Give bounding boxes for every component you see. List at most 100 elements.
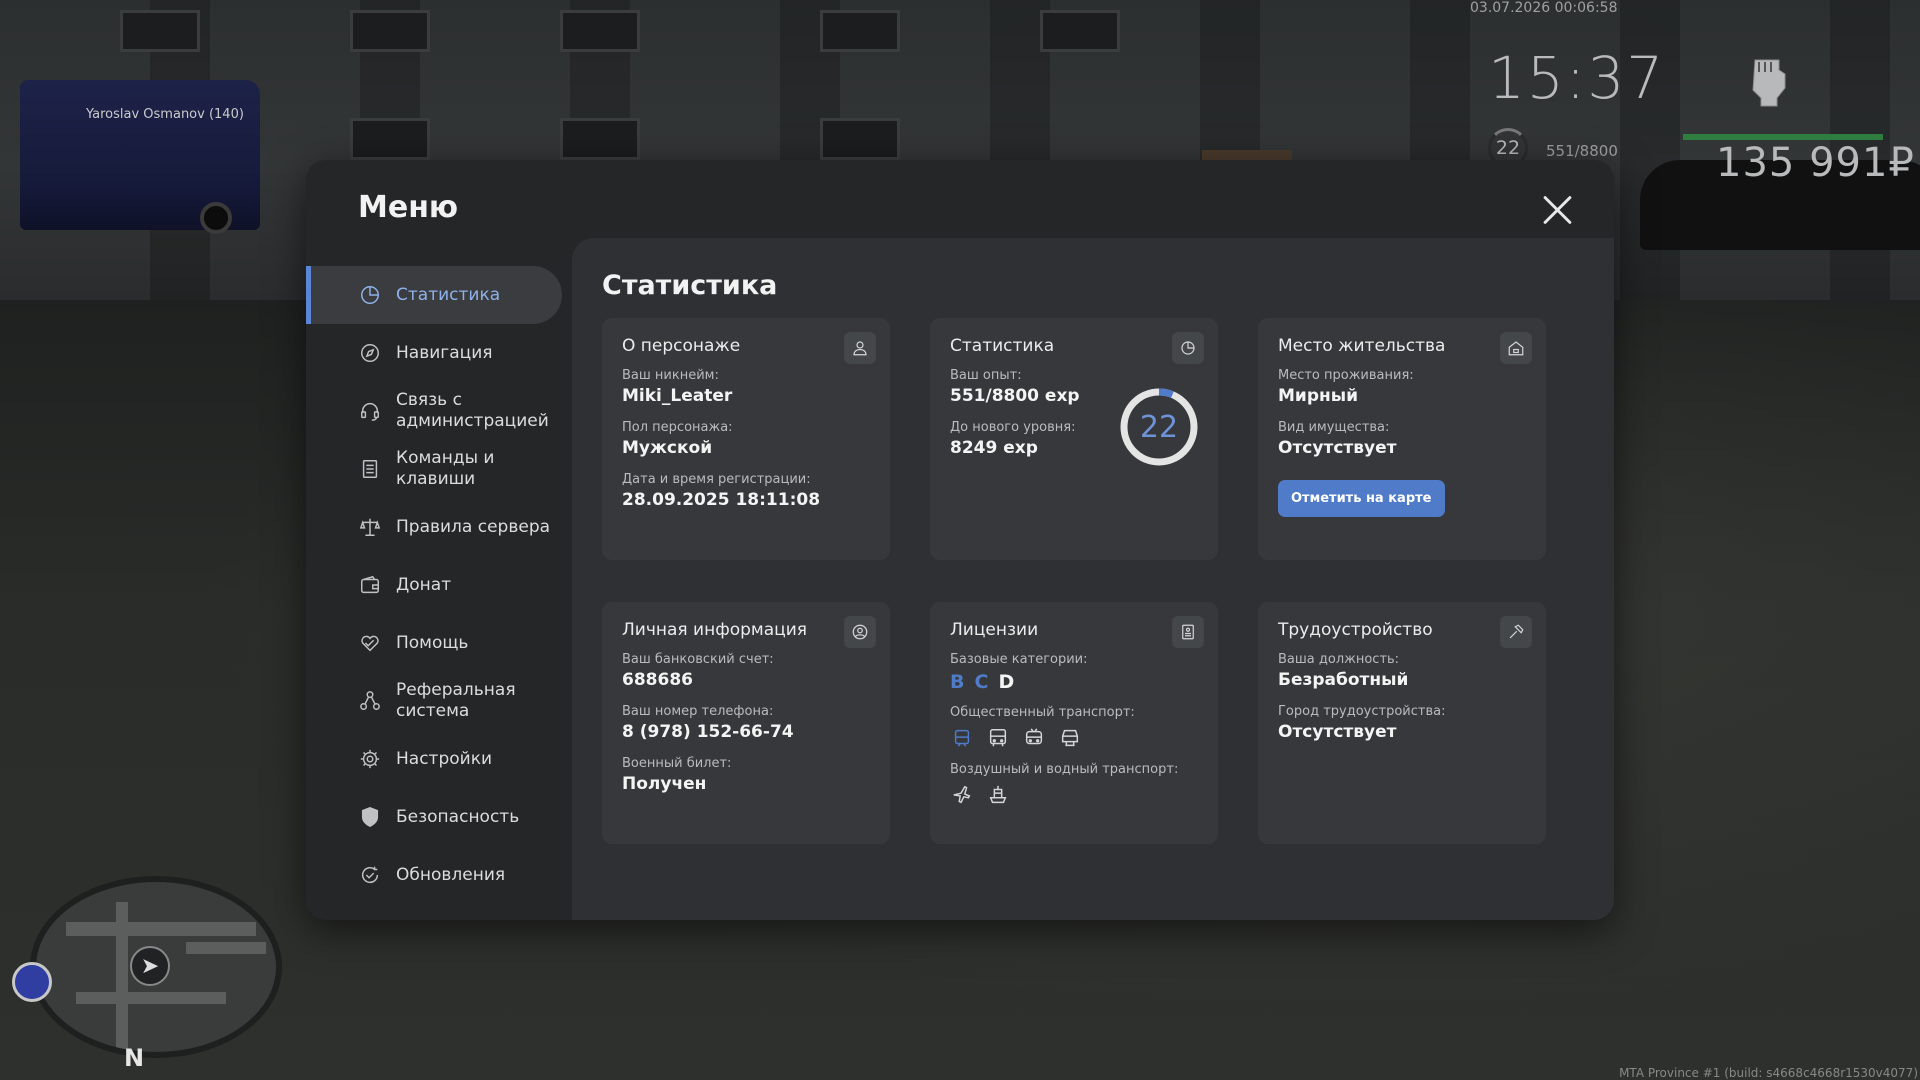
residence-value: Мирный: [1278, 386, 1359, 406]
plane-icon: [950, 783, 974, 807]
card-character: О персонаже Ваш никнейм: Miki_Leater Пол…: [602, 318, 890, 560]
mark-on-map-button[interactable]: Отметить на карте: [1278, 480, 1445, 517]
minimap-road: [66, 922, 256, 936]
background-window: [820, 10, 900, 52]
field-label: Ваша должность:: [1278, 652, 1400, 667]
hud-money: 135 991₽: [1716, 140, 1915, 186]
sidebar-item-label: Безопасность: [396, 806, 520, 827]
sidebar-item-label: Обновления: [396, 864, 506, 885]
background-window: [560, 10, 640, 52]
sidebar-item-label: Правила сервера: [396, 516, 551, 537]
fist-icon: [1745, 52, 1791, 108]
field-label: Воздушный и водный транспорт:: [950, 762, 1179, 777]
category-d: D: [998, 671, 1015, 693]
position-value: Безработный: [1278, 670, 1409, 690]
field-label: Место проживания:: [1278, 368, 1414, 383]
background-window: [350, 10, 430, 52]
hammer-icon: [1500, 616, 1532, 648]
heart-hand-icon: [358, 631, 382, 655]
headset-icon: [358, 399, 382, 423]
sidebar-item-server-rules[interactable]: Правила сервера: [306, 498, 562, 556]
house-icon: [1500, 332, 1532, 364]
sidebar-item-contact-admin[interactable]: Связь с администрацией: [306, 382, 562, 440]
sidebar-item-label: Реферальная система: [396, 680, 516, 721]
license-categories: B C D: [950, 671, 1198, 693]
sidebar-item-commands[interactable]: Команды и клавиши: [306, 440, 562, 498]
employment-city-value: Отсутствует: [1278, 722, 1397, 742]
background-window: [350, 118, 430, 160]
card-title: Трудоустройство: [1278, 620, 1433, 640]
scales-icon: [358, 515, 382, 539]
gear-icon: [358, 747, 382, 771]
sidebar-item-statistics[interactable]: Статистика: [306, 266, 562, 324]
boat-icon: [986, 783, 1010, 807]
compass-icon: [358, 341, 382, 365]
sidebar-item-label: Связь с администрацией: [396, 390, 549, 431]
sidebar-item-security[interactable]: Безопасность: [306, 788, 562, 846]
sidebar-item-referral[interactable]: Реферальная система: [306, 672, 562, 730]
field-label: Ваш никнейм:: [622, 368, 719, 383]
field-label: Ваш номер телефона:: [622, 704, 774, 719]
phone-value: 8 (978) 152-66-74: [622, 722, 794, 742]
card-title: Личная информация: [622, 620, 808, 640]
property-value: Отсутствует: [1278, 438, 1397, 458]
field-label: Военный билет:: [622, 756, 732, 771]
fist-icon: [1752, 59, 1786, 107]
nickname-value: Miki_Leater: [622, 386, 733, 406]
field-label: Общественный транспорт:: [950, 705, 1135, 720]
player-nametag: Yaroslav Osmanov (140): [86, 107, 244, 122]
public-transport-icons: [950, 726, 1198, 750]
pie-chart-icon: [358, 283, 382, 307]
bank-account-value: 688686: [622, 670, 693, 690]
sidebar-item-label: Помощь: [396, 632, 469, 653]
sidebar-item-label: Навигация: [396, 342, 493, 363]
field-label: Вид имущества:: [1278, 420, 1390, 435]
card-statistics: Статистика Ваш опыт: 551/8800 exp До нов…: [930, 318, 1218, 560]
card-title: Место жительства: [1278, 336, 1446, 356]
sidebar-item-navigation[interactable]: Навигация: [306, 324, 562, 382]
sidebar-item-updates[interactable]: Обновления: [306, 846, 562, 904]
field-label: Ваш банковский счет:: [622, 652, 774, 667]
menu-title: Меню: [358, 190, 459, 225]
field-label: Базовые категории:: [950, 652, 1088, 667]
close-button[interactable]: [1542, 194, 1574, 226]
content-area: Статистика О персонаже Ваш никнейм: Miki…: [572, 238, 1614, 920]
level-value: 22: [1139, 409, 1179, 445]
sidebar-item-donate[interactable]: Донат: [306, 556, 562, 614]
card-title: Статистика: [950, 336, 1055, 356]
sidebar: Статистика Навигация Связь с администрац…: [306, 266, 562, 904]
sidebar-item-label: Настройки: [396, 748, 493, 769]
sidebar-item-label: Статистика: [396, 284, 501, 305]
category-b: B: [950, 671, 965, 693]
card-personal-info: Личная информация Ваш банковский счет: 6…: [602, 602, 890, 844]
build-info: MTA Province #1 (build: s4668c4668r1530v…: [1619, 1066, 1918, 1080]
wallet-icon: [358, 573, 382, 597]
user-icon: [844, 332, 876, 364]
player-arrow-icon: ➤: [130, 946, 170, 986]
hud-clock: 15:37: [1488, 44, 1666, 112]
tram-icon: [950, 726, 974, 750]
background-window: [1040, 10, 1120, 52]
registration-date-value: 28.09.2025 18:11:08: [622, 490, 821, 510]
field-label: Город трудоустройства:: [1278, 704, 1446, 719]
bus-icon: [986, 726, 1010, 750]
menu-panel: Меню Статистика Навигация Связь с админи…: [306, 160, 1614, 920]
background-window: [820, 118, 900, 160]
sidebar-item-settings[interactable]: Настройки: [306, 730, 562, 788]
minimap-north-label: N: [124, 1044, 145, 1072]
pie-chart-icon: [1172, 332, 1204, 364]
hud-exp: 551/8800: [1546, 142, 1618, 160]
card-title: О персонаже: [622, 336, 741, 356]
category-c: C: [974, 671, 989, 693]
minimap-gas-station-icon: [12, 962, 52, 1002]
truck-wheel: [200, 202, 232, 234]
sidebar-item-help[interactable]: Помощь: [306, 614, 562, 672]
background-window: [120, 10, 200, 52]
minimap-road: [116, 902, 128, 1052]
background-truck: [20, 80, 260, 234]
field-label: Ваш опыт:: [950, 368, 1022, 383]
background-window: [560, 118, 640, 160]
field-label: Пол персонажа:: [622, 420, 733, 435]
license-document-icon: [1172, 616, 1204, 648]
shield-icon: [358, 805, 382, 829]
